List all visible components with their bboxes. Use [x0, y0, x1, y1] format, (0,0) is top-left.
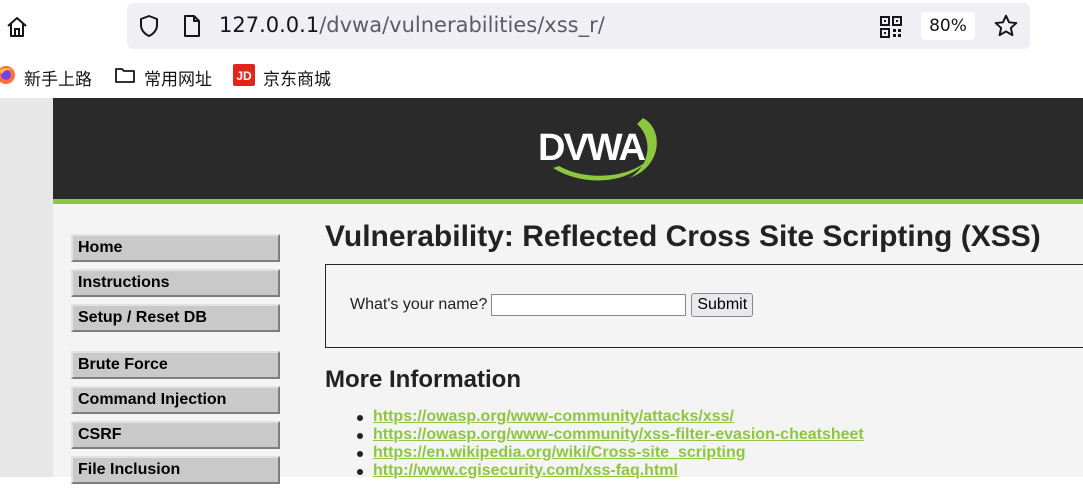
- browser-toolbar: 127.0.0.1/dvwa/vulnerabilities/xss_r/ 80…: [0, 0, 1083, 56]
- dvwa-header: DVWA: [53, 98, 1083, 204]
- zoom-indicator[interactable]: 80%: [921, 12, 975, 40]
- name-form: What's your name? Submit: [350, 293, 754, 317]
- web-page: DVWA Home Instructions Setup / Reset DB …: [0, 98, 1083, 484]
- sidebar-menu: Home Instructions Setup / Reset DB Brute…: [71, 234, 280, 491]
- list-item: https://en.wikipedia.org/wiki/Cross-site…: [355, 444, 864, 462]
- url-host: 127.0.0.1: [219, 13, 320, 37]
- bookmark-label: 京东商城: [263, 69, 331, 90]
- bookmark-label: 常用网址: [144, 69, 212, 90]
- jd-icon: JD: [233, 63, 255, 91]
- url-path: /dvwa/vulnerabilities/xss_r/: [319, 13, 605, 37]
- dvwa-logo[interactable]: DVWA: [525, 110, 665, 194]
- link-wikipedia[interactable]: https://en.wikipedia.org/wiki/Cross-site…: [373, 444, 746, 461]
- menu-item-setup[interactable]: Setup / Reset DB: [71, 304, 280, 332]
- name-input[interactable]: [491, 294, 687, 316]
- shield-icon[interactable]: [137, 14, 161, 42]
- page-title: Vulnerability: Reflected Cross Site Scri…: [325, 220, 1041, 253]
- menu-item-file-inclusion[interactable]: File Inclusion: [71, 456, 280, 484]
- star-icon[interactable]: [993, 13, 1019, 43]
- page-icon[interactable]: [181, 14, 203, 42]
- list-item: https://owasp.org/www-community/xss-filt…: [355, 426, 864, 444]
- qr-code-icon[interactable]: [879, 15, 903, 43]
- name-label: What's your name?: [350, 296, 488, 313]
- link-owasp-xss[interactable]: https://owasp.org/www-community/attacks/…: [373, 408, 734, 425]
- menu-item-command-injection[interactable]: Command Injection: [71, 386, 280, 414]
- bookmark-firefox[interactable]: 新手上路: [0, 65, 92, 90]
- more-info-heading: More Information: [325, 366, 521, 393]
- submit-button[interactable]: Submit: [691, 293, 754, 317]
- bookmark-label: 新手上路: [24, 69, 92, 90]
- list-item: http://www.cgisecurity.com/xss-faq.html: [355, 462, 864, 480]
- list-item: https://owasp.org/www-community/attacks/…: [355, 408, 864, 426]
- link-cgisecurity[interactable]: http://www.cgisecurity.com/xss-faq.html: [373, 462, 678, 479]
- menu-item-instructions[interactable]: Instructions: [71, 269, 280, 297]
- reference-links: https://owasp.org/www-community/attacks/…: [355, 408, 864, 480]
- folder-icon: [114, 65, 136, 90]
- logo-text: DVWA: [538, 127, 646, 169]
- firefox-icon: [0, 65, 16, 90]
- page-gutter: [0, 98, 53, 477]
- menu-item-csrf[interactable]: CSRF: [71, 421, 280, 449]
- menu-item-home[interactable]: Home: [71, 234, 280, 262]
- svg-text:JD: JD: [236, 69, 252, 83]
- xss-form-box: What's your name? Submit: [325, 264, 1083, 348]
- url-text[interactable]: 127.0.0.1/dvwa/vulnerabilities/xss_r/: [219, 13, 605, 37]
- bookmark-jd[interactable]: JD 京东商城: [233, 63, 331, 91]
- address-bar[interactable]: 127.0.0.1/dvwa/vulnerabilities/xss_r/ 80…: [127, 3, 1030, 49]
- main-area: Home Instructions Setup / Reset DB Brute…: [53, 204, 1083, 484]
- menu-item-brute-force[interactable]: Brute Force: [71, 351, 280, 379]
- menu-spacer: [71, 339, 275, 351]
- home-icon[interactable]: [4, 14, 30, 40]
- link-owasp-cheatsheet[interactable]: https://owasp.org/www-community/xss-filt…: [373, 426, 864, 443]
- bookmarks-bar: 新手上路 常用网址 JD 京东商城: [0, 56, 1083, 98]
- bookmark-folder[interactable]: 常用网址: [114, 65, 212, 90]
